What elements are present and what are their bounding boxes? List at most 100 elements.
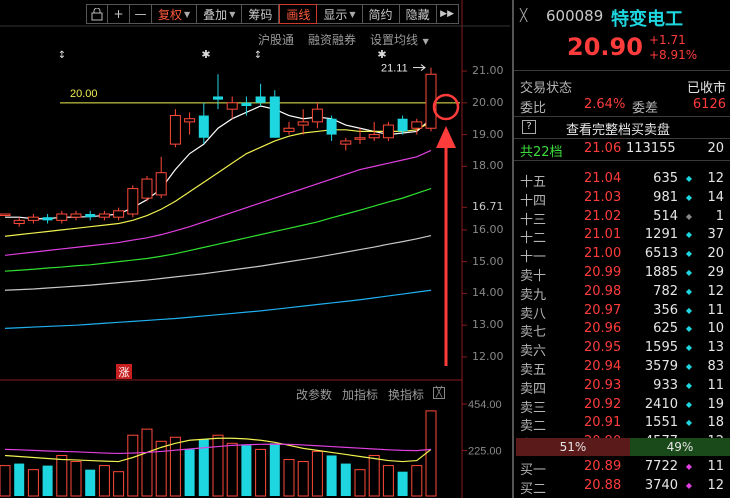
ask-row[interactable]: 卖三 20.92 2410 19 ◆: [514, 396, 730, 416]
kline-chart-panel[interactable]: 20.00 ✱ ✱ ↕ ↕ 21.11 涨 454.00 225.00 + — 复权 ▼ 叠加 ▼ …: [0, 0, 510, 498]
ask-row[interactable]: 卖十 20.99 1885 29 ◆: [514, 264, 730, 284]
ask-row[interactable]: 十四 21.03 981 14 ◆: [514, 189, 730, 209]
ask-price: 20.95: [584, 340, 622, 356]
ask-volume: 3579: [644, 359, 678, 374]
ma-settings-link[interactable]: 设置均线 ▼: [370, 31, 429, 48]
diamond-icon: ◆: [685, 305, 692, 315]
diamond-icon: ◆: [685, 192, 692, 202]
chart-subbar: 沪股通 融资融券 设置均线 ▼: [258, 31, 429, 48]
zoom-out-button[interactable]: —: [130, 4, 152, 24]
ask-label: 卖六: [520, 344, 547, 360]
trade-status-row: 交易状态 已收市: [514, 76, 730, 96]
bid-price: 20.88: [584, 477, 622, 493]
ask-volume: 2410: [644, 396, 678, 412]
wc-label: 委差: [632, 101, 659, 116]
divider: [514, 116, 730, 117]
stock-header: ╳ 600089 特变电工 20.90 +1.71 +8.91%: [514, 0, 730, 70]
ask-row[interactable]: 十五 21.04 635 12 ◆: [514, 170, 730, 190]
volume-bar: [98, 465, 110, 497]
simple-button[interactable]: 简约: [362, 4, 400, 24]
chips-button[interactable]: 筹码: [242, 4, 280, 24]
price-tick-label: 12.00: [472, 349, 504, 363]
candle-body: [226, 102, 238, 110]
ask-volume: 1885: [644, 265, 678, 280]
volume-bar: [56, 454, 68, 497]
candle-body: [283, 127, 295, 132]
ask-label: 十三: [520, 212, 547, 228]
edit-params-button[interactable]: 改参数: [296, 386, 332, 403]
hide-button[interactable]: 隐藏: [399, 4, 437, 24]
forward-icon[interactable]: ▶▶: [436, 4, 459, 24]
ask-row[interactable]: 卖八 20.97 356 11 ◆: [514, 302, 730, 322]
zoom-in-button[interactable]: +: [108, 4, 130, 24]
stock-name: 特变电工: [611, 9, 683, 30]
bid-volume: 3740: [644, 477, 678, 493]
divider: [514, 160, 730, 161]
hk-connect-link[interactable]: 沪股通: [258, 31, 294, 48]
bid-label: 买二: [520, 481, 547, 497]
volume-bar: [42, 465, 53, 496]
candle-body: [0, 213, 11, 216]
star-icon: ✱: [377, 48, 386, 61]
bid-volume: 7722: [644, 459, 678, 474]
ask-row[interactable]: 卖二 20.91 1551 18 ◆: [514, 414, 730, 434]
candle-body: [56, 213, 68, 221]
ask-row[interactable]: 卖九 20.98 782 12 ◆: [514, 283, 730, 303]
candle-body: [311, 108, 323, 123]
ask-row[interactable]: 十一 21.00 6513 20 ◆: [514, 245, 730, 266]
diamond-icon: ◆: [685, 362, 692, 371]
kline-chart[interactable]: 20.00 ✱ ✱ ↕ ↕ 21.11 涨 454.00 225.00: [0, 0, 510, 498]
margin-trading-link[interactable]: 融资融券: [308, 31, 356, 48]
bid-row[interactable]: 买二 20.88 3740 12 ◆: [514, 477, 730, 497]
close-icon[interactable]: ╳: [433, 387, 445, 399]
help-icon[interactable]: ?: [522, 120, 536, 134]
full-orderbook-button[interactable]: 查看完整档买卖盘: [566, 119, 670, 138]
ask-volume: 1291: [644, 227, 678, 243]
stock-code: 600089: [546, 7, 604, 25]
candle-body: [27, 216, 39, 221]
ask-row[interactable]: 卖七 20.96 625 10 ◆: [514, 320, 730, 340]
quote-panel: ╳ 600089 特变电工 20.90 +1.71 +8.91% 交易状态 已收…: [512, 0, 730, 498]
ask-count: 13: [707, 340, 724, 356]
volume-bar: [85, 469, 96, 496]
volume-bar: [340, 463, 351, 496]
bid-row[interactable]: 买一 20.89 7722 11 ◆: [514, 458, 730, 478]
lock-icon[interactable]: [86, 4, 108, 24]
candle-body: [297, 121, 309, 126]
chart-toolbar: + — 复权 ▼ 叠加 ▼ 筹码 画线 显示 ▼ 简约 隐藏 ▶▶: [86, 4, 459, 24]
total-label: 共22档: [520, 145, 563, 160]
switch-indicator-button[interactable]: 换指标: [388, 386, 424, 403]
ask-count: 18: [707, 415, 724, 431]
close-icon[interactable]: ╳: [520, 8, 527, 22]
ask-label: 十二: [520, 231, 547, 247]
display-button[interactable]: 显示 ▼: [317, 4, 363, 24]
volume-bar: [326, 455, 337, 496]
status-label: 交易状态: [520, 81, 573, 96]
wc-value: 6126: [692, 97, 726, 112]
ask-row[interactable]: 卖五 20.94 3579 83 ◆: [514, 358, 730, 378]
volume-bar: [14, 463, 25, 496]
price-tick-label: 13.00: [472, 318, 504, 332]
ask-label: 卖三: [520, 400, 547, 416]
change-value: +1.71: [649, 33, 686, 47]
chevron-down-icon: ▼: [349, 9, 356, 19]
diamond-icon: ◆: [685, 286, 692, 296]
draw-line-button[interactable]: 画线: [279, 4, 318, 24]
ask-label: 十一: [520, 250, 547, 266]
add-indicator-button[interactable]: 加指标: [342, 386, 378, 403]
volume-bar: [283, 459, 295, 497]
ask-volume: 6513: [644, 246, 678, 262]
ask-row[interactable]: 卖四 20.93 933 11 ◆: [514, 377, 730, 397]
level-label: 20.00: [70, 88, 98, 100]
candle-body: [169, 115, 181, 145]
ask-row[interactable]: 十二 21.01 1291 37 ◆: [514, 226, 730, 247]
ask-row[interactable]: 卖六 20.95 1595 13 ◆: [514, 339, 730, 360]
ask-price: 20.99: [584, 265, 622, 280]
ask-label: 十四: [520, 193, 547, 209]
price-tick-label: 19.00: [472, 127, 504, 141]
volume-bar: [382, 465, 394, 497]
adjust-button[interactable]: 复权 ▼: [152, 4, 198, 24]
ask-count: 1: [715, 208, 724, 224]
ask-row[interactable]: 十三 21.02 514 1 ◆: [514, 208, 730, 228]
overlay-button[interactable]: 叠加 ▼: [197, 4, 243, 24]
